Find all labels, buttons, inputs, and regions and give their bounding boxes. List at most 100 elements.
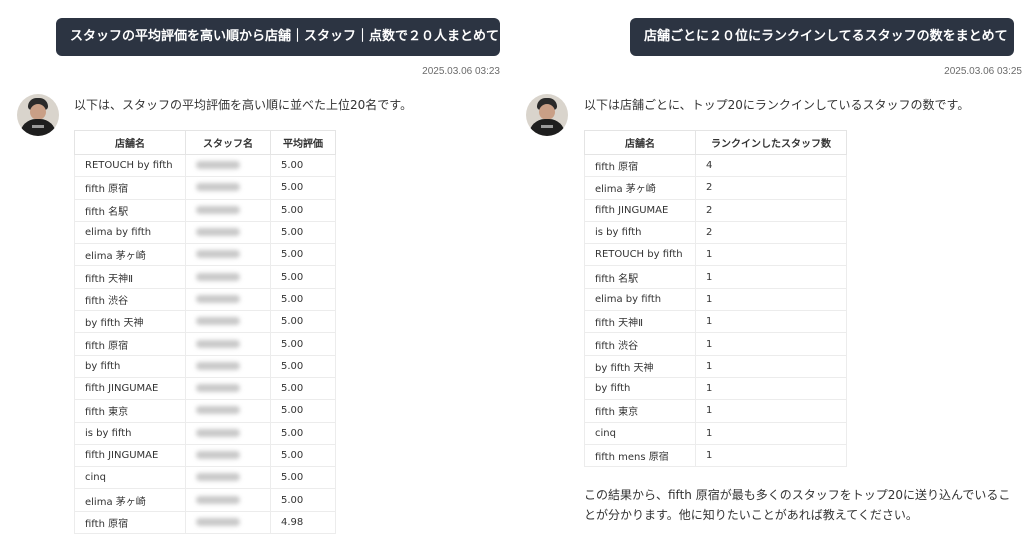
table-row: fifth 天神Ⅱ 5.00 — [74, 265, 336, 289]
table-row: fifth 原宿 5.00 — [74, 332, 336, 356]
table-row: elima by fifth 1 — [584, 287, 847, 312]
cell-rating: 5.00 — [270, 354, 336, 378]
cell-rating: 5.00 — [270, 443, 336, 468]
cell-rating: 5.00 — [270, 198, 336, 222]
cell-ranked-count: 1 — [695, 287, 847, 312]
cell-staff — [185, 176, 271, 200]
cell-staff — [185, 243, 271, 267]
user-message-bubble: 店舗ごとに２０位にランクインしてるスタッフの数をまとめて — [630, 18, 1014, 56]
cell-staff — [185, 354, 271, 378]
cell-rating: 5.00 — [270, 488, 336, 512]
cell-rating: 5.00 — [270, 220, 336, 245]
cell-store: elima 茅ヶ崎 — [74, 488, 186, 512]
cell-staff — [185, 466, 271, 490]
cell-store: fifth 東京 — [74, 399, 186, 423]
table-row: fifth 原宿 5.00 — [74, 176, 336, 200]
cell-staff — [185, 488, 271, 512]
user-message-bubble: スタッフの平均評価を高い順から店舗｜スタッフ｜点数で２０人まとめて — [56, 18, 500, 56]
cell-store: fifth 名駅 — [74, 198, 186, 222]
cell-staff — [185, 287, 271, 312]
cell-rating: 5.00 — [270, 376, 336, 401]
cell-ranked-count: 1 — [695, 443, 847, 468]
blurred-staff-name — [196, 339, 240, 348]
cell-store: fifth 渋谷 — [74, 287, 186, 312]
cell-rating: 5.00 — [270, 399, 336, 423]
cell-ranked-count: 1 — [695, 332, 847, 356]
cell-rating: 4.98 — [270, 510, 336, 535]
cell-staff — [185, 443, 271, 468]
table-row: by fifth 天神 5.00 — [74, 310, 336, 334]
cell-store: elima 茅ヶ崎 — [584, 176, 696, 200]
table-row: by fifth 1 — [584, 376, 847, 401]
store-rank-count-table: 店舗名 ランクインしたスタッフ数 fifth 原宿 4 elima 茅ヶ崎 2 fift… — [584, 130, 847, 468]
cell-ranked-count: 1 — [695, 265, 847, 289]
blurred-staff-name — [196, 250, 240, 259]
cell-ranked-count: 2 — [695, 198, 847, 222]
table-row: is by fifth 2 — [584, 220, 847, 245]
cell-store: cinq — [74, 466, 186, 490]
cell-rating: 5.00 — [270, 421, 336, 445]
blurred-staff-name — [196, 428, 240, 437]
table-row: by fifth 5.00 — [74, 354, 336, 378]
table-row: fifth 原宿 4 — [584, 153, 847, 178]
cell-ranked-count: 2 — [695, 220, 847, 245]
table-row: fifth 渋谷 5.00 — [74, 287, 336, 312]
blurred-staff-name — [196, 406, 240, 415]
table-row: cinq 5.00 — [74, 466, 336, 490]
table-row: fifth 名駅 1 — [584, 265, 847, 289]
cell-staff — [185, 220, 271, 245]
blurred-staff-name — [196, 451, 240, 459]
cell-store: by fifth — [584, 376, 696, 401]
cell-store: by fifth 天神 — [74, 310, 186, 334]
table-row: fifth 名駅 5.00 — [74, 198, 336, 222]
cell-store: is by fifth — [584, 220, 696, 245]
cell-store: RETOUCH by fifth — [74, 153, 186, 178]
right-chat-panel: 店舗ごとに２０位にランクインしてるスタッフの数をまとめて 2025.03.06 … — [512, 0, 1024, 548]
staff-rating-table: 店舗名 スタッフ名 平均評価 RETOUCH by fifth 5.00 fifth… — [74, 130, 336, 535]
table-row: elima by fifth 5.00 — [74, 220, 336, 245]
cell-store: is by fifth — [74, 421, 186, 445]
blurred-staff-name — [196, 161, 240, 170]
cell-rating: 5.00 — [270, 243, 336, 267]
column-header-store: 店舗名 — [74, 130, 186, 155]
cell-staff — [185, 399, 271, 423]
cell-rating: 5.00 — [270, 265, 336, 289]
cell-ranked-count: 1 — [695, 354, 847, 378]
cell-store: fifth 渋谷 — [584, 332, 696, 356]
cell-store: fifth 原宿 — [584, 153, 696, 178]
cell-ranked-count: 2 — [695, 176, 847, 200]
table-row: elima 茅ヶ崎 5.00 — [74, 488, 336, 512]
table-row: fifth 天神Ⅱ 1 — [584, 310, 847, 334]
cell-store: cinq — [584, 421, 696, 445]
cell-ranked-count: 1 — [695, 243, 847, 267]
cell-store: fifth 天神Ⅱ — [74, 265, 186, 289]
assistant-conclusion-text: この結果から、fifth 原宿が最も多くのスタッフをトップ20に送り込んでいるこ… — [584, 488, 1011, 522]
blurred-staff-name — [196, 205, 240, 214]
cell-staff — [185, 510, 271, 535]
cell-staff — [185, 421, 271, 445]
column-header-store: 店舗名 — [584, 130, 696, 155]
blurred-staff-name — [196, 228, 240, 237]
cell-staff — [185, 332, 271, 356]
cell-store: fifth 名駅 — [584, 265, 696, 289]
cell-rating: 5.00 — [270, 332, 336, 356]
cell-store: elima by fifth — [584, 287, 696, 312]
assistant-avatar — [526, 94, 568, 136]
message-timestamp: 2025.03.06 03:23 — [422, 66, 500, 77]
cell-store: elima by fifth — [74, 220, 186, 245]
blurred-staff-name — [196, 272, 240, 281]
cell-store: fifth 東京 — [584, 399, 696, 423]
table-row: fifth JINGUMAE 5.00 — [74, 443, 336, 468]
assistant-intro-text: 以下は店舗ごとに、トップ20にランクインしているスタッフの数です。 — [584, 98, 970, 112]
cell-staff — [185, 310, 271, 334]
cell-staff — [185, 265, 271, 289]
cell-store: fifth JINGUMAE — [584, 198, 696, 222]
cell-rating: 5.00 — [270, 466, 336, 490]
blurred-staff-name — [196, 495, 240, 504]
cell-rating: 5.00 — [270, 287, 336, 312]
left-chat-panel: スタッフの平均評価を高い順から店舗｜スタッフ｜点数で２０人まとめて 2025.0… — [0, 0, 512, 548]
cell-store: RETOUCH by fifth — [584, 243, 696, 267]
blurred-staff-name — [196, 183, 240, 192]
message-timestamp: 2025.03.06 03:25 — [944, 66, 1022, 77]
cell-staff — [185, 153, 271, 178]
